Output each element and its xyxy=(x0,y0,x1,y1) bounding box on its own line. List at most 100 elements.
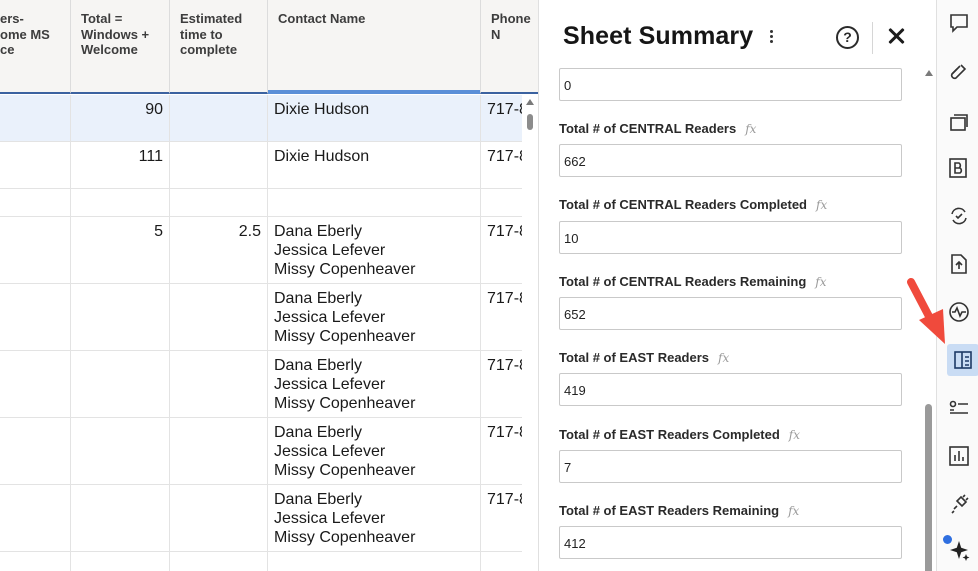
grid-scrollbar[interactable] xyxy=(522,94,538,571)
grid-cell-contact[interactable]: Dana Eberly Jessica Lefever Missy Copenh… xyxy=(268,217,481,283)
table-row[interactable]: 90 Dixie Hudson 717-8 xyxy=(0,95,538,142)
publish-icon[interactable] xyxy=(948,253,970,275)
grid-cell-total[interactable] xyxy=(71,418,170,484)
grid-cell-estimated[interactable] xyxy=(170,485,268,551)
grid-cell[interactable] xyxy=(0,552,71,571)
summary-field-label: Total # of EAST Readers fx xyxy=(559,350,729,365)
grid-cell-total[interactable] xyxy=(71,351,170,417)
table-row[interactable]: Dana Eberly Jessica Lefever Missy Copenh… xyxy=(0,418,538,485)
brandfolder-icon[interactable] xyxy=(948,157,970,179)
connectors-icon[interactable] xyxy=(948,493,970,515)
grid-cell-contact[interactable] xyxy=(268,189,481,216)
more-options-icon[interactable] xyxy=(765,28,777,48)
summary-field-value[interactable]: 7 xyxy=(559,450,902,483)
grid-cell-estimated[interactable] xyxy=(170,142,268,188)
column-header-phone[interactable]: Phone N xyxy=(481,0,538,94)
grid-cell-estimated[interactable] xyxy=(170,189,268,216)
summary-fields-list[interactable]: 0 Total # of CENTRAL Readers fx 662 Total… xyxy=(539,0,919,571)
column-selection-indicator xyxy=(268,90,480,94)
grid-cell[interactable] xyxy=(0,95,71,141)
grid-cell-contact[interactable]: Dixie Hudson xyxy=(268,142,481,188)
sheet-summary-icon[interactable] xyxy=(953,349,975,371)
table-row[interactable]: Dana Eberly Jessica Lefever Missy Copenh… xyxy=(0,351,538,418)
grid-cell[interactable] xyxy=(0,217,71,283)
forms-icon[interactable] xyxy=(948,397,970,419)
ai-sparkle-icon[interactable] xyxy=(948,540,970,562)
table-row[interactable] xyxy=(0,189,538,217)
formula-icon: fx xyxy=(788,504,800,518)
update-requests-icon[interactable] xyxy=(948,205,970,227)
help-icon[interactable]: ? xyxy=(836,26,859,49)
grid-cell[interactable] xyxy=(71,552,170,571)
grid-cell-estimated[interactable] xyxy=(170,95,268,141)
activity-log-icon[interactable] xyxy=(948,301,970,323)
grid-cell-contact[interactable]: Dana Eberly Jessica Lefever Missy Copenh… xyxy=(268,418,481,484)
summary-field-label-text: Total # of EAST Readers Remaining xyxy=(559,503,780,518)
attachment-icon[interactable] xyxy=(948,61,970,83)
divider xyxy=(872,22,873,54)
close-icon[interactable] xyxy=(888,27,906,45)
summary-field-value[interactable]: 0 xyxy=(559,68,902,101)
summary-field-value[interactable]: 662 xyxy=(559,144,902,177)
summary-field-label: Total # of CENTRAL Readers Remaining fx xyxy=(559,274,827,289)
summary-field-label-text: Total # of CENTRAL Readers xyxy=(559,121,737,136)
grid-cell[interactable] xyxy=(0,351,71,417)
grid-cell-contact[interactable]: Dana Eberly Jessica Lefever Missy Copenh… xyxy=(268,284,481,350)
grid-cell-total[interactable]: 5 xyxy=(71,217,170,283)
summary-field-value[interactable]: 412 xyxy=(559,526,902,559)
summary-field-label-text: Total # of EAST Readers Completed xyxy=(559,427,780,442)
grid-cell-total[interactable] xyxy=(71,485,170,551)
grid-cell-contact[interactable]: Dana Eberly Jessica Lefever Missy Copenh… xyxy=(268,351,481,417)
column-header-contact-name[interactable]: Contact Name xyxy=(268,0,481,94)
right-rail xyxy=(936,0,978,571)
grid-cell-estimated[interactable] xyxy=(170,418,268,484)
scroll-up-arrow-icon[interactable] xyxy=(526,99,534,105)
grid-cell[interactable] xyxy=(0,485,71,551)
summary-field-label: Total # of EAST Readers Completed fx xyxy=(559,427,800,442)
table-row[interactable]: 5 2.5 Dana Eberly Jessica Lefever Missy … xyxy=(0,217,538,284)
scrollbar-thumb[interactable] xyxy=(527,114,533,130)
grid-cell-contact[interactable]: Dixie Hudson xyxy=(268,95,481,141)
formula-icon: fx xyxy=(815,275,827,289)
grid-cell-total[interactable]: 90 xyxy=(71,95,170,141)
grid-cell-estimated[interactable] xyxy=(170,351,268,417)
grid-cell[interactable] xyxy=(0,189,71,216)
grid-cell[interactable] xyxy=(268,552,481,571)
table-row[interactable]: Dana Eberly Jessica Lefever Missy Copenh… xyxy=(0,485,538,552)
grid-cell-total[interactable] xyxy=(71,189,170,216)
panel-scrollbar[interactable] xyxy=(922,64,936,571)
formula-icon: fx xyxy=(788,428,801,442)
formula-icon: fx xyxy=(816,198,828,212)
table-row[interactable] xyxy=(0,552,538,571)
column-header-partial[interactable]: ers- ome MS ce xyxy=(0,0,71,94)
grid-cell-estimated[interactable]: 2.5 xyxy=(170,217,268,283)
formula-icon: fx xyxy=(718,351,730,365)
table-row[interactable]: Dana Eberly Jessica Lefever Missy Copenh… xyxy=(0,284,538,351)
scrollbar-thumb[interactable] xyxy=(925,404,932,571)
grid-cell[interactable] xyxy=(0,284,71,350)
summary-field-label: Total # of CENTRAL Readers fx xyxy=(559,121,756,136)
grid-cell-total[interactable]: 111 xyxy=(71,142,170,188)
grid-cell-contact[interactable]: Dana Eberly Jessica Lefever Missy Copenh… xyxy=(268,485,481,551)
grid-cell[interactable] xyxy=(0,142,71,188)
grid-cell[interactable] xyxy=(170,552,268,571)
summary-field-value[interactable]: 10 xyxy=(559,221,902,254)
grid-cell-total[interactable] xyxy=(71,284,170,350)
table-row[interactable]: 111 Dixie Hudson 717-8 xyxy=(0,142,538,189)
summary-field-label: Total # of EAST Readers Remaining fx xyxy=(559,503,799,518)
summary-field-label-text: Total # of EAST Readers xyxy=(559,350,710,365)
sheet-grid[interactable]: ers- ome MS ce Total = Windows + Welcome… xyxy=(0,0,538,571)
column-header-total-windows-welcome[interactable]: Total = Windows + Welcome xyxy=(71,0,170,94)
grid-cell-estimated[interactable] xyxy=(170,284,268,350)
summary-field-value[interactable]: 419 xyxy=(559,373,902,406)
reports-icon[interactable] xyxy=(948,445,970,467)
summary-field-label-text: Total # of CENTRAL Readers Completed xyxy=(559,197,807,212)
sheet-summary-panel: 0 Total # of CENTRAL Readers fx 662 Total… xyxy=(538,0,936,571)
summary-field-value[interactable]: 652 xyxy=(559,297,902,330)
panel-title: Sheet Summary xyxy=(563,22,754,50)
proofing-icon[interactable] xyxy=(948,111,970,133)
comment-icon[interactable] xyxy=(948,12,970,34)
scroll-up-arrow-icon[interactable] xyxy=(925,70,933,76)
column-header-estimated-time[interactable]: Estimated time to complete xyxy=(170,0,268,94)
grid-cell[interactable] xyxy=(0,418,71,484)
